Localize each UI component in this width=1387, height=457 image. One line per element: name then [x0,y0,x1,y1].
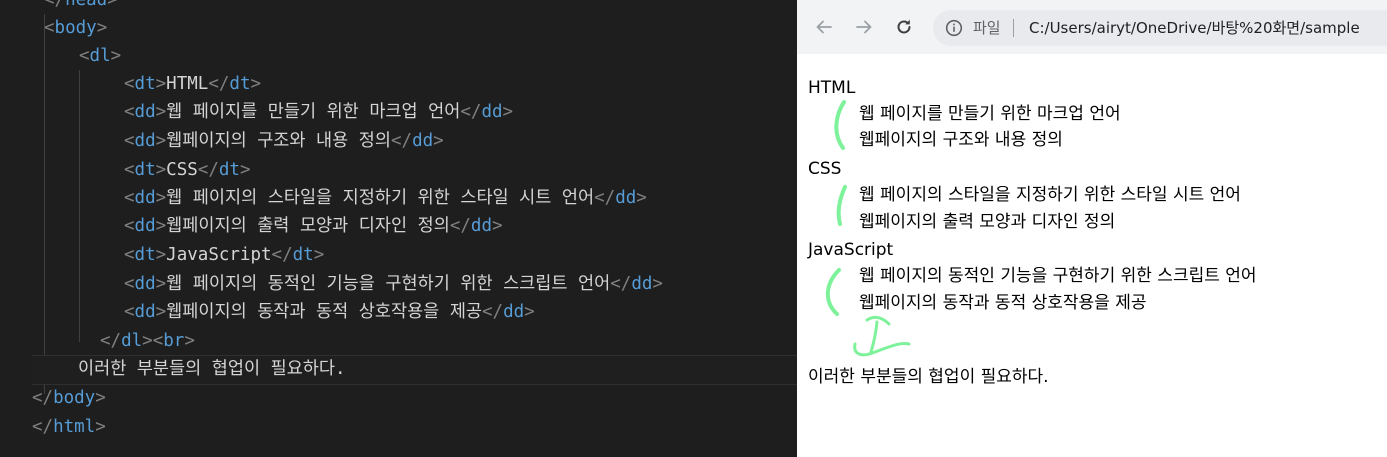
reload-button[interactable] [891,14,917,40]
browser-toolbar: 파일 C:/Users/airyt/OneDrive/바탕%20화면/sampl… [797,0,1387,55]
code-line[interactable]: <dl> [79,42,121,70]
scheme-label: 파일 [973,19,1001,37]
code-line[interactable]: <dd>웹페이지의 구조와 내용 정의</dd> [124,127,444,155]
back-button[interactable] [811,14,837,40]
annotation-stroke [869,320,879,354]
term-html: HTML [808,78,856,98]
url-text[interactable]: C:/Users/airyt/OneDrive/바탕%20화면/sample [1029,10,1360,46]
code-line[interactable]: <dd>웹페이지의 동작과 동적 상호작용을 제공</dd> [124,298,535,326]
web-page: HTML 웹 페이지를 만들기 위한 마크업 언어 웹페이지의 구조와 내용 정… [797,54,1387,457]
definition: 웹페이지의 동작과 동적 상호작용을 제공 [859,293,1147,313]
editor-gutter [0,0,32,457]
annotation-stroke [865,315,891,326]
code-line[interactable]: </dl><br> [100,327,195,355]
arrow-right-icon [856,20,872,34]
code-line[interactable]: <dt>JavaScript</dt> [124,241,324,269]
code-line[interactable]: </html> [32,413,106,441]
annotation-stroke [836,185,847,226]
definition: 웹 페이지를 만들기 위한 마크업 언어 [859,104,1121,124]
annotation-stroke [834,100,846,150]
code-line[interactable]: <dd>웹 페이지의 동적인 기능을 구현하기 위한 스크립트 언어</dd> [124,270,663,298]
code-line[interactable]: <dt>HTML</dt> [124,70,261,98]
arrow-left-icon [816,20,832,34]
footer-text: 이러한 부분들의 협업이 필요하다. [808,367,1049,387]
definition: 웹페이지의 출력 모양과 디자인 정의 [859,212,1116,232]
definition: 웹 페이지의 동적인 기능을 구현하기 위한 스크립트 언어 [859,266,1257,286]
code-line[interactable]: <dd>웹 페이지를 만들기 위한 마크업 언어</dd> [124,98,513,126]
code-editor[interactable]: </head> <body> <dl> <dt>HTML</dt> <dd>웹 … [0,0,797,457]
term-css: CSS [808,159,842,179]
code-line[interactable]: <dd>웹 페이지의 스타일을 지정하기 위한 스타일 시트 언어</dd> [124,184,647,212]
code-line[interactable]: <body> [44,14,107,42]
code-line[interactable]: </body> [32,384,106,412]
definition: 웹페이지의 구조와 내용 정의 [859,130,1063,150]
indent-guide [79,70,80,342]
browser-window: 파일 C:/Users/airyt/OneDrive/바탕%20화면/sampl… [797,0,1387,457]
definition: 웹 페이지의 스타일을 지정하기 위한 스타일 시트 언어 [859,185,1241,205]
address-bar[interactable]: 파일 C:/Users/airyt/OneDrive/바탕%20화면/sampl… [933,10,1387,46]
forward-button[interactable] [851,14,877,40]
code-line[interactable]: <dd>웹페이지의 출력 모양과 디자인 정의</dd> [124,212,503,240]
term-javascript: JavaScript [808,240,894,260]
code-line[interactable]: <dt>CSS</dt> [124,156,250,184]
indent-guide [44,14,45,394]
address-separator [1013,19,1014,37]
reload-icon [897,19,911,34]
annotation-stroke [853,342,911,357]
current-code-line[interactable]: 이러한 부분들의 협업이 필요하다. [32,355,797,385]
annotation-stroke [825,268,841,316]
code-line[interactable]: </head> [44,0,118,14]
info-circle-icon[interactable] [945,19,963,37]
